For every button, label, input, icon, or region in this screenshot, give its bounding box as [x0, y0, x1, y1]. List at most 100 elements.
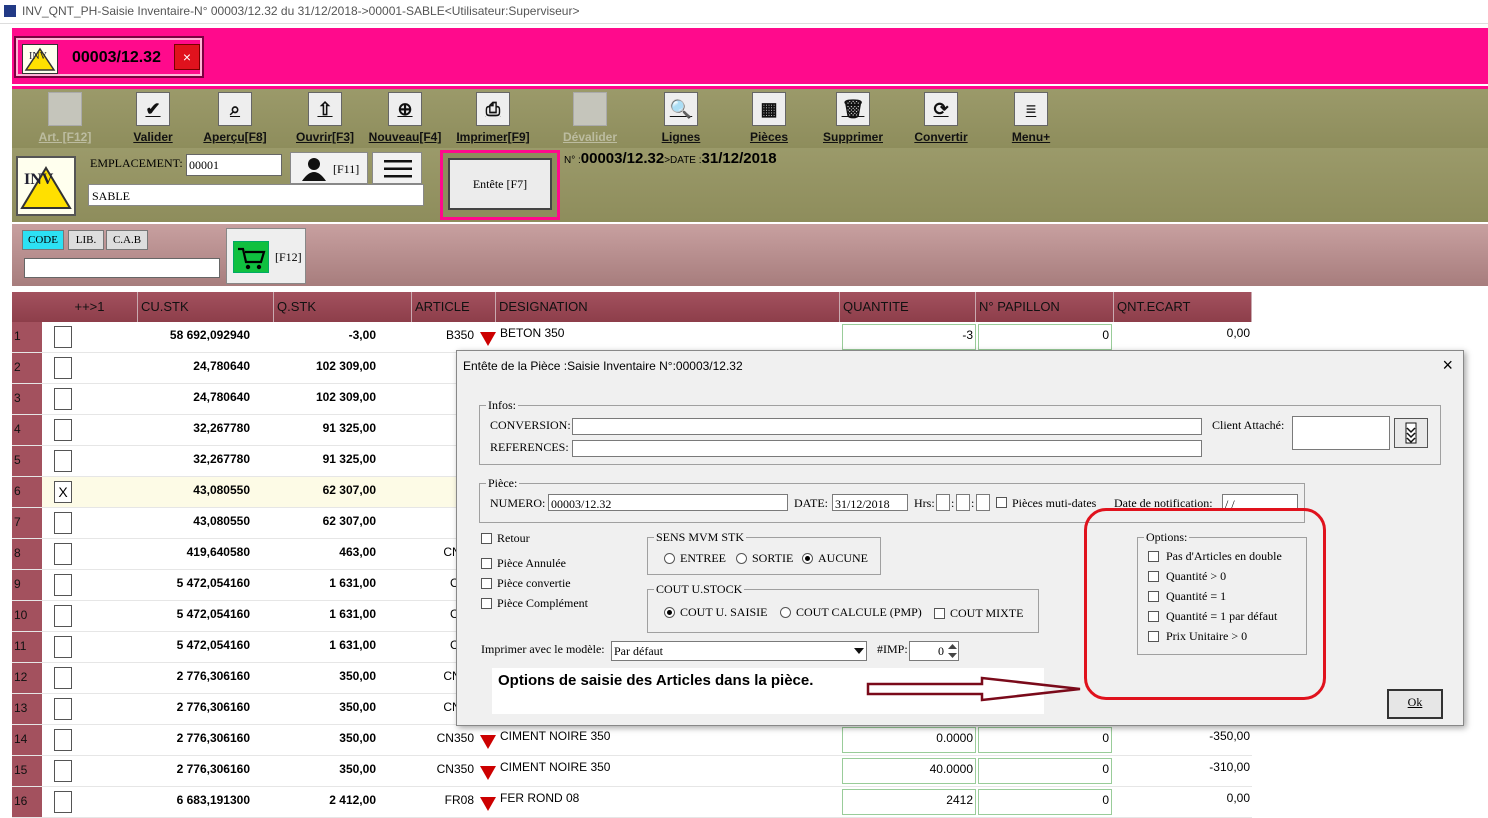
table-row[interactable]: 16 6 683,191300 2 412,00 FR08 FER ROND 08 241… — [12, 787, 1252, 818]
row-select-checkbox[interactable] — [54, 605, 72, 627]
multi-dates-checkbox[interactable] — [996, 497, 1007, 508]
row-number: 12 — [12, 663, 42, 693]
ok-button[interactable]: Ok — [1387, 689, 1443, 719]
row-select-checkbox[interactable] — [54, 667, 72, 689]
retour-label: Retour — [497, 531, 530, 545]
row-select-checkbox[interactable] — [54, 512, 72, 534]
cout-calcule-radio[interactable] — [780, 607, 791, 618]
q-stk-cell: -3,00 — [348, 328, 376, 342]
row-select-checkbox[interactable] — [54, 388, 72, 410]
sens-aucune-radio[interactable] — [802, 553, 813, 564]
dropdown-arrow-icon — [854, 648, 864, 654]
column-header[interactable]: Q.STK — [274, 292, 412, 322]
table-row[interactable]: 14 2 776,306160 350,00 CN350 CIMENT NOIRE 35… — [12, 725, 1252, 756]
row-select-checkbox[interactable] — [54, 760, 72, 782]
cout-saisie-radio[interactable] — [664, 607, 675, 618]
row-select-checkbox[interactable] — [54, 357, 72, 379]
toolbar-button-unvalidate[interactable]: Dévalider — [545, 92, 635, 144]
row-select-checkbox[interactable] — [54, 636, 72, 658]
toolbar-button-open[interactable]: ⇧ Ouvrir[F3] — [280, 92, 370, 144]
tab-cab[interactable]: C.A.B — [106, 230, 148, 250]
references-input[interactable] — [572, 440, 1202, 457]
toolbar-button-new[interactable]: ⊕ Nouveau[F4] — [360, 92, 450, 144]
q-stk-cell: 102 309,00 — [315, 390, 376, 404]
quantite-input[interactable]: 40.0000 — [842, 758, 976, 784]
conversion-input[interactable] — [572, 418, 1202, 435]
cout-calcule-label: COUT CALCULE (PMP) — [796, 605, 922, 619]
entete-button[interactable]: Entête [F7] — [448, 158, 552, 210]
piece-complement-checkbox[interactable] — [481, 598, 492, 609]
tab-code[interactable]: CODE — [22, 230, 64, 250]
row-select-checkbox[interactable] — [54, 729, 72, 751]
hours-input[interactable] — [936, 494, 950, 511]
papillon-input[interactable]: 0 — [978, 324, 1112, 350]
dialog-close-button[interactable]: × — [1442, 355, 1453, 376]
close-document-button[interactable]: × — [174, 44, 200, 70]
print-model-select[interactable]: Par défaut — [611, 641, 867, 661]
toolbar-button-menu[interactable]: ≡ Menu+ — [986, 92, 1076, 144]
column-header[interactable]: DESIGNATION — [496, 292, 840, 322]
emplacement-input[interactable]: 00001 — [186, 154, 282, 176]
toolbar-button-grid[interactable]: ▦ Pièces — [724, 92, 814, 144]
cu-stk-cell: 2 776,306160 — [176, 731, 250, 745]
quantite-input[interactable]: -3 — [842, 324, 976, 350]
toolbar-label: Imprimer[F9] — [456, 130, 530, 144]
hrs-separator-2: : — [971, 496, 975, 510]
toolbar-button-preview[interactable]: ⌕ Aperçu[F8] — [190, 92, 280, 144]
column-header[interactable]: N° PAPILLON — [976, 292, 1114, 322]
piece-convertie-checkbox[interactable] — [481, 578, 492, 589]
row-select-checkbox[interactable] — [54, 419, 72, 441]
row-select-checkbox[interactable] — [54, 450, 72, 472]
qnt-ecart-cell: 0,00 — [1226, 326, 1250, 340]
table-row[interactable]: 1 58 692,092940 -3,00 B350 BETON 350 -3 0 0,00 — [12, 322, 1252, 353]
toolbar-button-trash[interactable]: 🗑 Supprimer — [808, 92, 898, 144]
spinner-arrows-icon[interactable] — [947, 642, 958, 660]
papillon-input[interactable]: 0 — [978, 758, 1112, 784]
location-name-field[interactable]: SABLE — [88, 184, 424, 206]
document-tab[interactable]: INV 00003/12.32 × — [14, 36, 204, 78]
column-header[interactable]: ARTICLE — [412, 292, 496, 322]
column-header[interactable]: ++>1 — [42, 292, 138, 322]
sens-entree-label: ENTREE — [680, 551, 726, 565]
toolbar-label: Lignes — [661, 130, 701, 144]
toolbar-button-article[interactable]: Art. [F12] — [20, 92, 110, 144]
user-button[interactable]: [F11] — [290, 152, 368, 184]
table-row[interactable]: 15 2 776,306160 350,00 CN350 CIMENT NOIRE 35… — [12, 756, 1252, 787]
cout-mixte-checkbox[interactable] — [934, 608, 945, 619]
row-select-checkbox[interactable] — [54, 698, 72, 720]
papillon-input[interactable]: 0 — [978, 727, 1112, 753]
minutes-input[interactable] — [956, 494, 970, 511]
toolbar-button-convert[interactable]: ⟳ Convertir — [896, 92, 986, 144]
column-header[interactable]: CU.STK — [138, 292, 274, 322]
numero-input[interactable]: 00003/12.32 — [548, 494, 788, 511]
tab-lib[interactable]: LIB. — [68, 230, 104, 250]
date-input[interactable]: 31/12/2018 — [832, 494, 908, 511]
row-number: 3 — [12, 384, 42, 414]
column-header[interactable]: QUANTITE — [840, 292, 976, 322]
cu-stk-cell: 5 472,054160 — [176, 576, 250, 590]
seconds-input[interactable] — [976, 494, 990, 511]
row-select-checkbox[interactable]: X — [54, 481, 72, 503]
row-select-checkbox[interactable] — [54, 326, 72, 348]
row-select-checkbox[interactable] — [54, 543, 72, 565]
toolbar-button-checkmark[interactable]: ✔ Valider — [108, 92, 198, 144]
article-search-input[interactable] — [24, 258, 220, 278]
row-select-checkbox[interactable] — [54, 574, 72, 596]
client-input[interactable] — [1292, 416, 1390, 450]
toolbar-button-magnifier[interactable]: 🔍 Lignes — [636, 92, 726, 144]
column-header[interactable]: QNT.ECART — [1114, 292, 1252, 322]
sens-entree-radio[interactable] — [664, 553, 675, 564]
sens-sortie-radio[interactable] — [736, 553, 747, 564]
toolbar-label: Menu+ — [1011, 130, 1051, 144]
client-lookup-button[interactable] — [1394, 418, 1428, 448]
papillon-input[interactable]: 0 — [978, 789, 1112, 815]
quantite-input[interactable]: 2412 — [842, 789, 976, 815]
toolbar-button-print[interactable]: ⎙ Imprimer[F9] — [448, 92, 538, 144]
q-stk-cell: 102 309,00 — [315, 359, 376, 373]
piece-annulee-checkbox[interactable] — [481, 558, 492, 569]
retour-checkbox[interactable] — [481, 533, 492, 544]
quantite-input[interactable]: 0.0000 — [842, 727, 976, 753]
add-to-cart-button[interactable]: [F12] — [226, 228, 306, 284]
hamburger-menu-button[interactable] — [372, 152, 422, 184]
row-select-checkbox[interactable] — [54, 791, 72, 813]
